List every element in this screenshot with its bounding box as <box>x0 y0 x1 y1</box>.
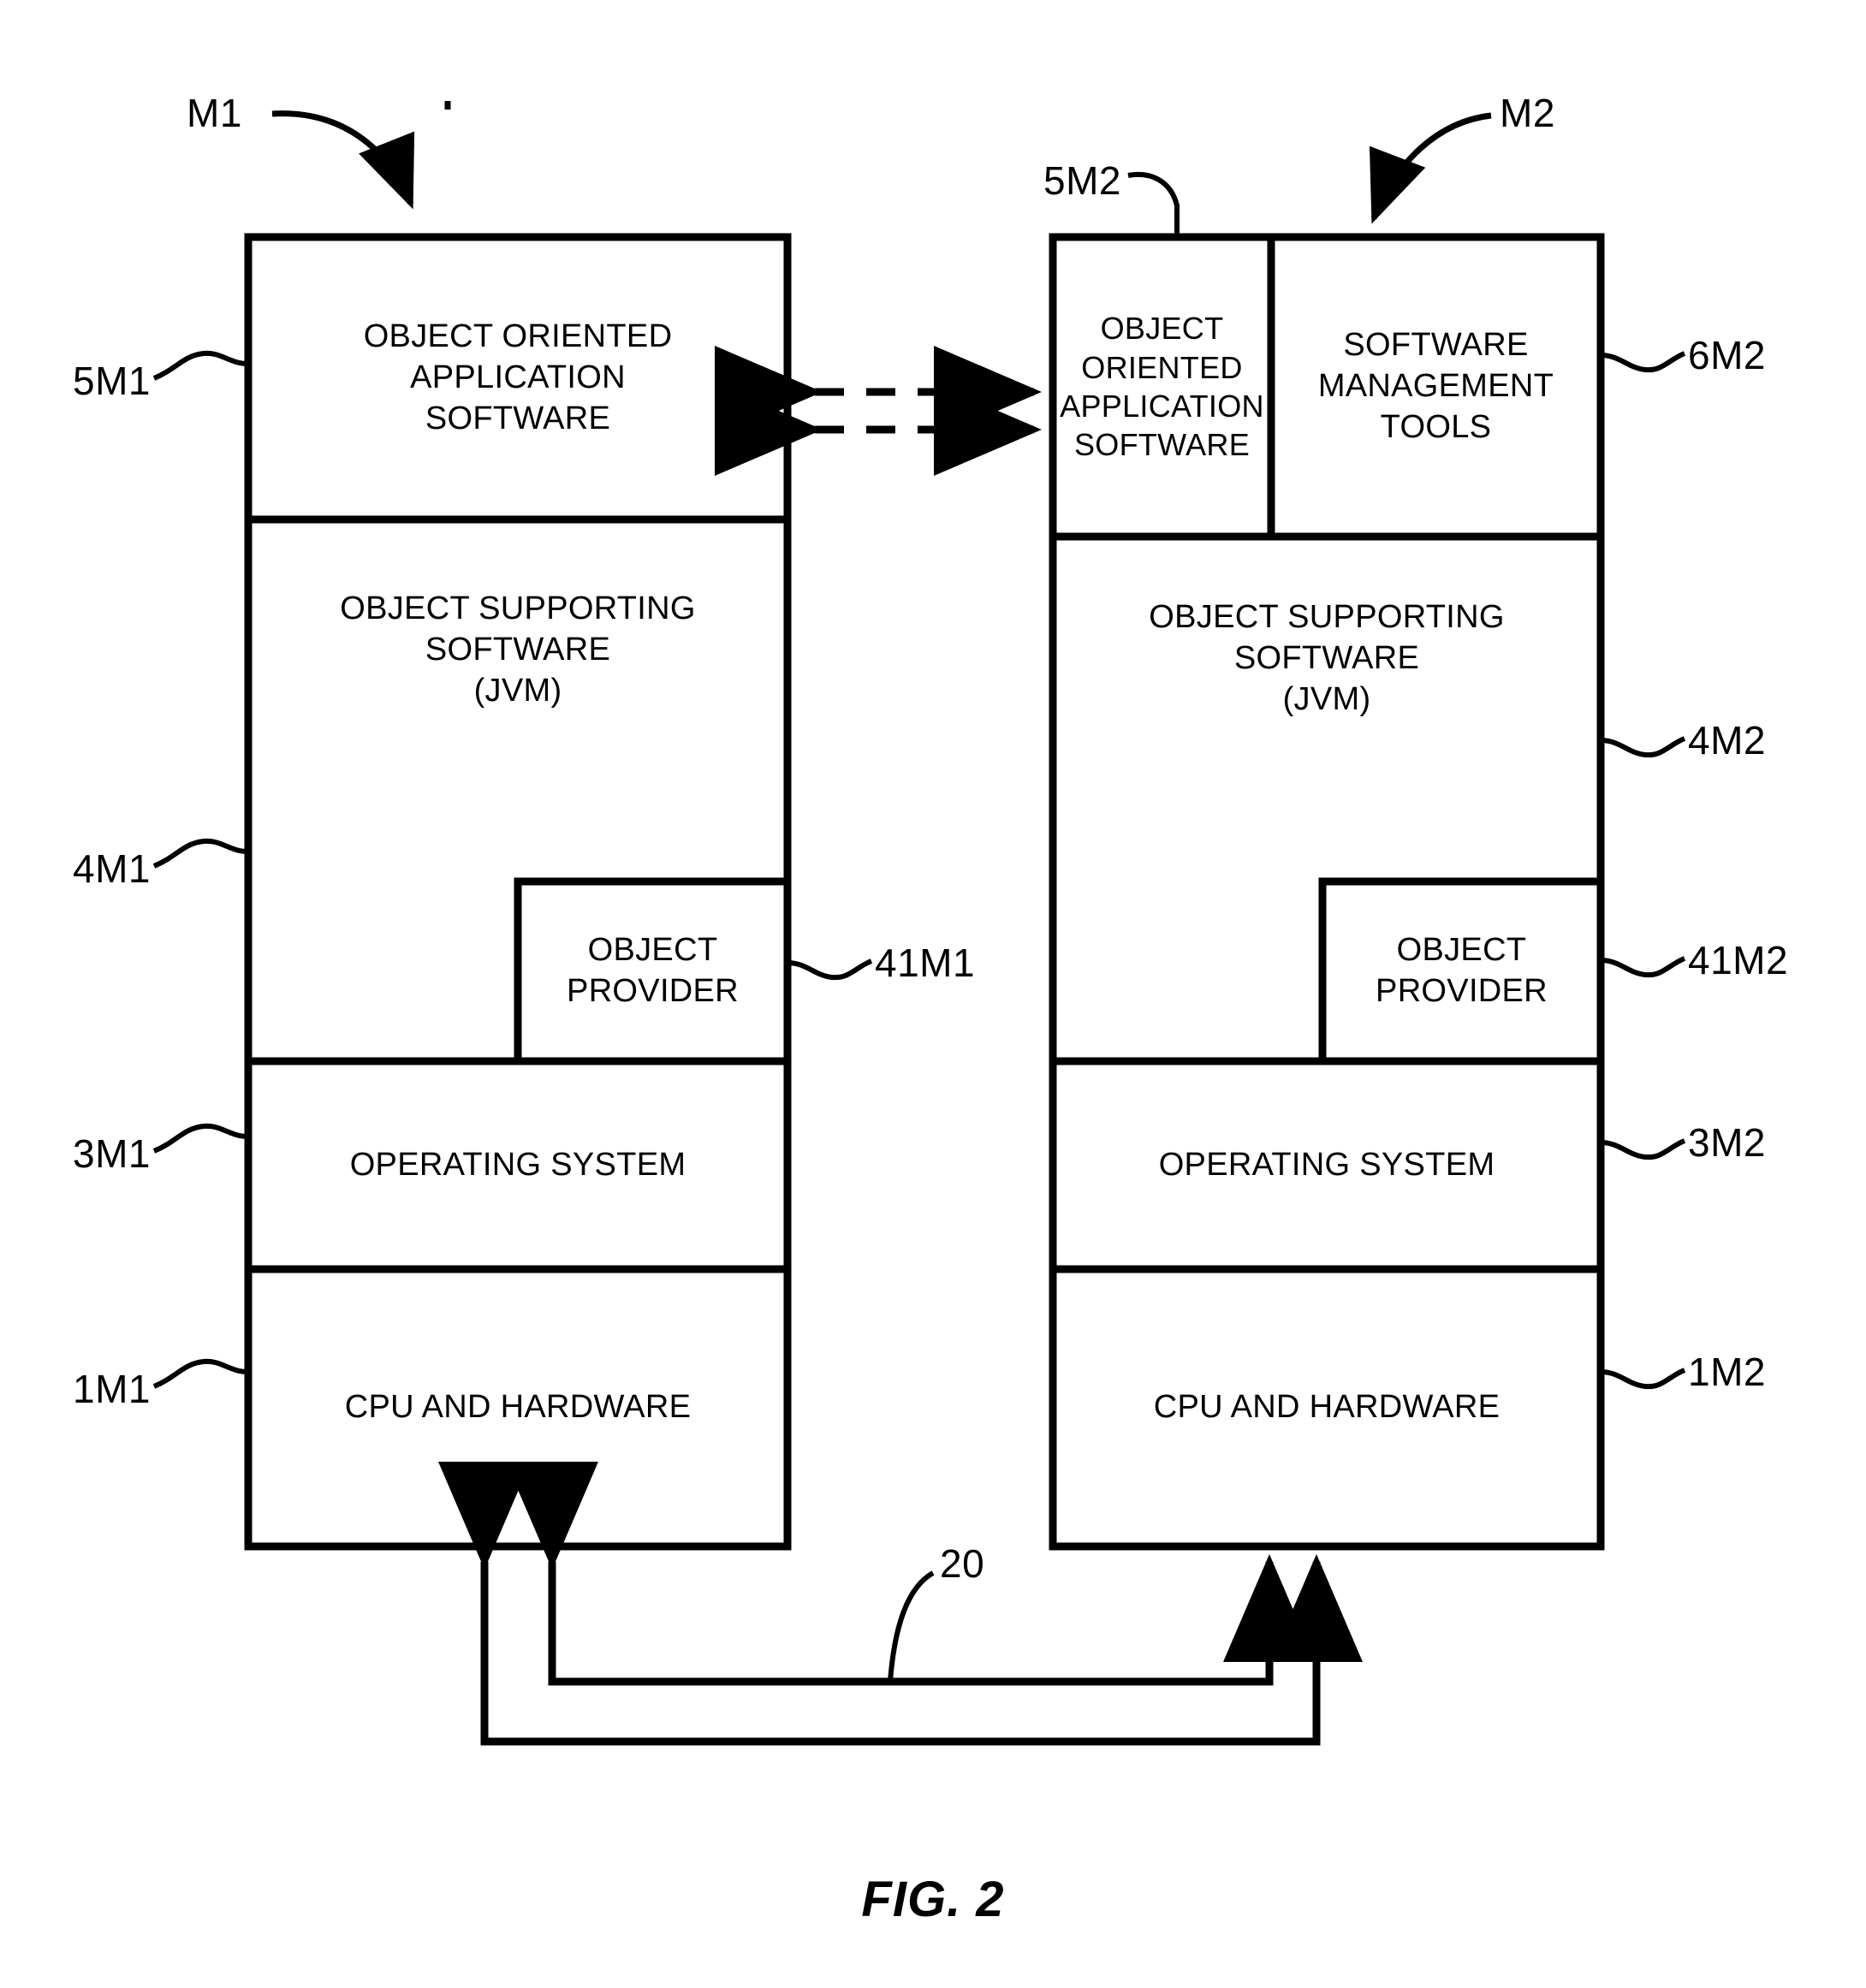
ref-leaders-m1 <box>152 350 249 1389</box>
ref-label-5m1: 5M1 <box>73 359 151 403</box>
ref-label-3m1: 3M1 <box>73 1131 151 1176</box>
network-bus <box>438 1462 1363 1746</box>
callout-label-m1: M1 <box>187 91 242 135</box>
ref-label-5m2: 5M2 <box>1043 158 1121 203</box>
ref-label-4m1: 4M1 <box>73 846 151 891</box>
object-provider-m2-box <box>1318 877 1601 1061</box>
object-provider-m1-box <box>514 877 787 1061</box>
ref-leader-41m1 <box>787 958 873 981</box>
inter-machine-dashed-arrows <box>715 346 1042 476</box>
ref-label-41m1: 41M1 <box>875 941 976 985</box>
ref-label-1m2: 1M2 <box>1688 1350 1766 1394</box>
callout-arrow-m2 <box>1370 112 1492 224</box>
ref-label-6m2: 6M2 <box>1688 333 1766 377</box>
ref-label-4m2: 4M2 <box>1688 718 1766 763</box>
ref-leader-5m2 <box>1127 172 1180 237</box>
network-ref-leader <box>888 1570 935 1682</box>
ref-label-3m2: 3M2 <box>1688 1120 1766 1165</box>
patent-figure: OBJECT ORIENTED APPLICATION SOFTWARE OBJ… <box>0 0 1866 1988</box>
ref-label-41m2: 41M2 <box>1688 938 1789 982</box>
figure-linework <box>152 101 1686 1746</box>
machine-m2-frame <box>1049 233 1605 1551</box>
callout-arrow-m1 <box>271 110 415 210</box>
callout-label-m2: M2 <box>1500 91 1555 135</box>
ref-leaders-m2 <box>1600 351 1686 1390</box>
figure-caption: FIG. 2 <box>861 1872 1005 1927</box>
ref-label-network-20: 20 <box>940 1541 985 1586</box>
ref-label-1m1: 1M1 <box>73 1367 151 1411</box>
